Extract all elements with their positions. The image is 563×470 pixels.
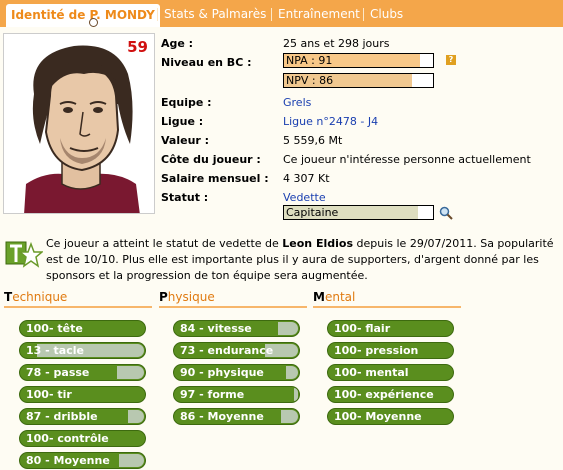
skill-label: 84 - vitesse (180, 322, 252, 335)
skill-bar-remainder (294, 388, 298, 401)
npv-text: NPV : 86 (286, 74, 334, 87)
skill-label: 87 - dribble (26, 410, 98, 423)
skill-bar: 13 - tacle (19, 342, 146, 359)
section-initial: P (159, 290, 168, 304)
section-physique-title: Physique (159, 290, 307, 308)
salary-value: 4 307 Kt (283, 172, 330, 185)
skill-bar: 90 - physique (173, 364, 300, 381)
skill-bar: 100- tir (19, 386, 146, 403)
ball-icon (89, 18, 98, 27)
skill-bar: 78 - passe (19, 364, 146, 381)
section-technique-title: Technique (4, 290, 152, 308)
rating-value: Ce joueur n'intéresse personne actuellem… (283, 153, 531, 166)
skill-label: 13 - tacle (26, 344, 84, 357)
skill-label: 80 - Moyenne (26, 454, 110, 467)
skill-label: 100- tir (26, 388, 72, 401)
question-icon[interactable]: ? (446, 55, 456, 65)
tab-separator (157, 8, 158, 21)
league-link[interactable]: Ligue n°2478 - J4 (283, 115, 378, 128)
skill-bar: 100- Moyenne (327, 408, 454, 425)
tab-clubs[interactable]: Clubs (365, 3, 408, 25)
skill-bar: 100- pression (327, 342, 454, 359)
shirt-number: 59 (127, 38, 148, 56)
section-underline (159, 306, 307, 308)
status-link[interactable]: Vedette (283, 191, 326, 204)
section-rest: ental (324, 290, 356, 304)
worth-value: 5 559,6 Mt (283, 134, 343, 147)
skill-label: 100- tête (26, 322, 83, 335)
section-initial: T (4, 290, 13, 304)
skill-label: 73 - endurance (180, 344, 274, 357)
skill-label: 100- Moyenne (334, 410, 422, 423)
skill-bar-remainder (281, 410, 298, 423)
npa-text: NPA : 91 (286, 54, 333, 67)
tab-training[interactable]: Entraînement (273, 3, 365, 25)
tab-separator (271, 8, 272, 21)
skill-bar: 97 - forme (173, 386, 300, 403)
skill-bar: 100- mental (327, 364, 454, 381)
skill-bar-remainder (117, 366, 144, 379)
section-underline (4, 306, 152, 308)
skill-bar: 87 - dribble (19, 408, 146, 425)
level-label: Niveau en BC : (161, 56, 252, 69)
section-underline (313, 306, 461, 308)
skill-label: 100- mental (334, 366, 409, 379)
age-label: Age : (161, 37, 194, 50)
tab-stats[interactable]: Stats & Palmarès (159, 3, 271, 25)
worth-label: Valeur : (161, 134, 210, 147)
skill-bar: 100- tête (19, 320, 146, 337)
skill-bar-remainder (128, 410, 144, 423)
skill-bar: 100- expérience (327, 386, 454, 403)
skill-bar: 80 - Moyenne (19, 452, 146, 469)
skill-label: 100- pression (334, 344, 419, 357)
skill-label: 100- flair (334, 322, 391, 335)
skill-bar-remainder (119, 454, 144, 467)
skill-label: 97 - forme (180, 388, 245, 401)
star-badge-icon (5, 241, 43, 268)
section-rest: hysique (167, 290, 215, 304)
tab-separator (363, 8, 364, 21)
skill-label: 100- contrôle (26, 432, 109, 445)
npa-bar: NPA : 91 (283, 53, 434, 68)
rating-label: Côte du joueur : (161, 153, 261, 166)
tab-bar: Identité de P. MONDY Stats & Palmarès En… (0, 0, 563, 27)
captain-box: Capitaine (283, 205, 434, 220)
skill-label: 100- expérience (334, 388, 434, 401)
section-initial: M (313, 290, 325, 304)
search-icon[interactable] (439, 206, 453, 220)
skill-bar-remainder (286, 366, 298, 379)
player-portrait: 59 (3, 33, 155, 214)
section-rest: echnique (12, 290, 68, 304)
player-face-illustration (4, 34, 154, 213)
team-link[interactable]: Grels (283, 96, 311, 109)
status-label: Statut : (161, 191, 209, 204)
coach-name: Leon Eldios (282, 237, 354, 250)
tab-identity[interactable]: Identité de P. MONDY (6, 4, 160, 27)
skill-bar: 100- flair (327, 320, 454, 337)
league-label: Ligue : (161, 115, 204, 128)
skill-bar: 100- contrôle (19, 430, 146, 447)
skill-bar: 86 - Moyenne (173, 408, 300, 425)
section-mental-title: Mental (313, 290, 461, 308)
skill-label: 78 - passe (26, 366, 90, 379)
message-text-1: Ce joueur a atteint le statut de vedette… (46, 237, 283, 250)
skill-bar-remainder (278, 322, 298, 335)
star-status-message: Ce joueur a atteint le statut de vedette… (46, 236, 556, 284)
skill-bar: 84 - vitesse (173, 320, 300, 337)
skill-label: 90 - physique (180, 366, 264, 379)
age-value: 25 ans et 298 jours (283, 37, 390, 50)
captain-text: Capitaine (286, 206, 339, 219)
skill-bar: 73 - endurance (173, 342, 300, 359)
team-label: Equipe : (161, 96, 212, 109)
npv-bar: NPV : 86 (283, 73, 434, 88)
skill-label: 86 - Moyenne (180, 410, 264, 423)
salary-label: Salaire mensuel : (161, 172, 269, 185)
